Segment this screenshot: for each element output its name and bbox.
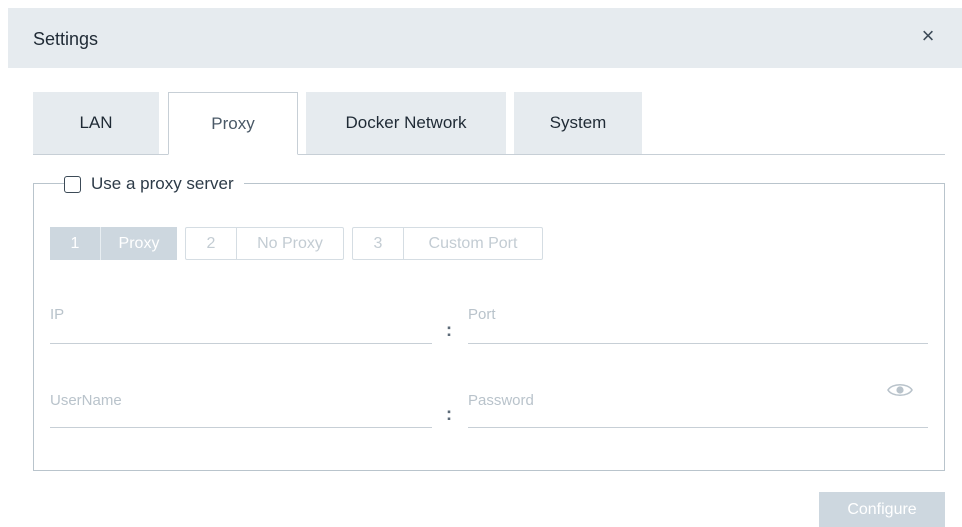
ip-placeholder: IP [50, 306, 65, 323]
tab-proxy[interactable]: Proxy [168, 92, 298, 155]
field-underline [468, 427, 928, 428]
eye-icon[interactable] [887, 381, 913, 399]
step-label: Custom Port [428, 234, 518, 252]
step-custom-port[interactable]: 3 Custom Port [352, 227, 543, 260]
proxy-toggle: Use a proxy server [64, 172, 244, 196]
step-number: 3 [353, 228, 404, 259]
password-field[interactable]: Password [468, 392, 928, 428]
use-proxy-label[interactable]: Use a proxy server [91, 174, 234, 194]
field-underline [50, 427, 432, 428]
port-placeholder: Port [468, 306, 496, 323]
tab-system[interactable]: System [514, 92, 642, 154]
step-proxy[interactable]: 1 Proxy [50, 227, 177, 260]
use-proxy-checkbox[interactable] [64, 175, 81, 193]
dialog-header: Settings × [8, 8, 962, 68]
close-icon[interactable]: × [916, 24, 940, 48]
step-number: 1 [50, 227, 101, 260]
field-underline [468, 343, 928, 344]
step-number: 2 [186, 228, 237, 259]
username-placeholder: UserName [50, 392, 122, 409]
step-label: No Proxy [257, 234, 323, 252]
password-placeholder: Password [468, 392, 534, 409]
tab-docker-network[interactable]: Docker Network [306, 92, 506, 154]
configure-button[interactable]: Configure [819, 492, 945, 527]
ip-port-separator: : [446, 320, 452, 340]
step-label: Proxy [101, 227, 177, 260]
tab-bar: LAN Proxy Docker Network System [33, 92, 945, 155]
ip-field[interactable]: IP [50, 306, 432, 344]
step-no-proxy[interactable]: 2 No Proxy [185, 227, 344, 260]
dialog-title: Settings [33, 29, 99, 49]
tab-lan[interactable]: LAN [33, 92, 159, 154]
username-field[interactable]: UserName [50, 392, 432, 428]
user-password-separator: : [446, 404, 452, 424]
port-field[interactable]: Port [468, 306, 928, 344]
field-underline [50, 343, 432, 344]
